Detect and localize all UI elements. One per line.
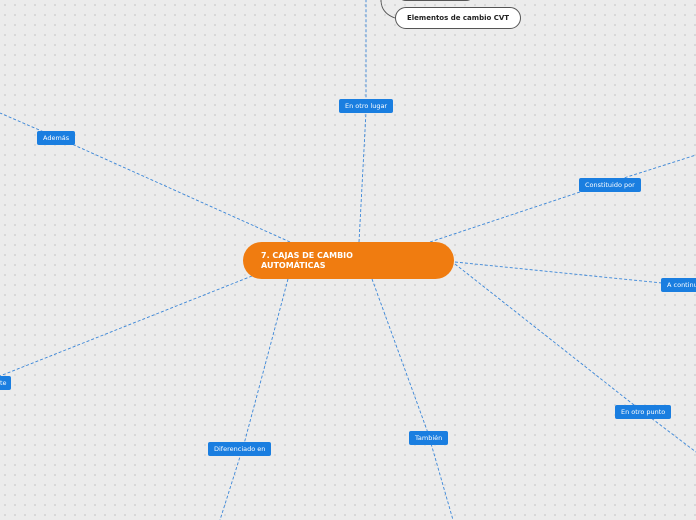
connector-right [454,261,663,284]
central-topic-line2: AUTOMÁTICAS [261,261,326,270]
central-topic[interactable]: 7. CAJAS DE CAMBIO AUTOMÁTICAS [243,242,454,279]
link-a-continuacion[interactable]: A continu [661,278,696,292]
link-diferenciado-en[interactable]: Diferenciado en [208,442,272,456]
topic-cvt-label: Elementos de cambio CVT [407,14,510,22]
connector-lower-right [454,263,696,453]
link-en-otro-punto[interactable]: En otro punto [615,405,672,419]
topic-offscreen[interactable] [397,0,475,1]
link-label: Diferenciado en [214,445,266,453]
link-constituido-por[interactable]: Constituido por [579,178,641,192]
connector-left [0,275,253,377]
link-label: En otro lugar [345,102,388,110]
central-topic-line1: 7. CAJAS DE CAMBIO [261,251,353,260]
connector-top [358,0,367,243]
connector-bottom [371,278,454,520]
connector-lower-left [219,278,289,520]
link-label: te [0,379,7,387]
link-label: También [415,434,443,442]
link-en-otro-lugar[interactable]: En otro lugar [339,99,394,113]
link-label: Constituido por [585,181,635,189]
mind-map-canvas[interactable]: Elementos de cambio CVT En otro lugar Ad… [0,0,696,520]
connector-cvt-topic [380,0,396,19]
link-left-cut[interactable]: te [0,376,11,390]
link-label: Además [43,134,70,142]
connector-upper-right [429,154,696,243]
link-ademas[interactable]: Además [37,131,76,145]
link-label: A continu [667,281,696,289]
link-label: En otro punto [621,408,666,416]
topic-cvt-elements[interactable]: Elementos de cambio CVT [395,7,522,29]
link-tambien[interactable]: También [409,431,449,445]
